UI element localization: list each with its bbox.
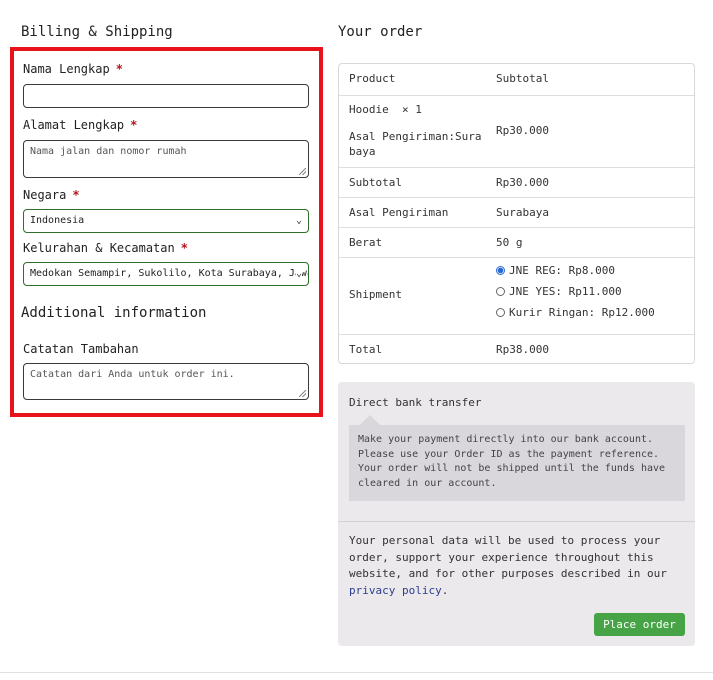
billing-shipping-title: Billing & Shipping [21,24,173,40]
nama-lengkap-input[interactable] [23,84,309,108]
radio-selected-icon[interactable] [496,266,505,275]
shipment-option-label: JNE REG: Rp8.000 [509,264,615,277]
catatan-tambahan-textarea[interactable]: Catatan dari Anda untuk order ini. [23,363,309,400]
weight-label: Berat [349,236,383,249]
total-row: Total Rp38.000 [339,334,694,364]
alamat-label: Alamat Lengkap * [23,118,137,132]
payment-method-description: Make your payment directly into our bank… [349,425,685,501]
subtotal-column-header: Subtotal [496,72,549,85]
alamat-label-text: Alamat Lengkap [23,118,125,132]
chevron-down-icon: ⌄ [295,268,302,279]
shipment-label: Shipment [349,288,402,301]
catatan-placeholder: Catatan dari Anda untuk order ini. [30,369,235,380]
payment-method-label[interactable]: Direct bank transfer [349,396,481,409]
required-marker: * [130,118,138,132]
nama-label: Nama Lengkap * [23,62,123,76]
cart-item-name: Hoodie × 1 [349,103,422,116]
privacy-notice-end: . [441,583,449,597]
kelurahan-label-text: Kelurahan & Kecamatan [23,241,175,255]
shipment-row: Shipment JNE REG: Rp8.000 JNE YES: Rp11.… [339,257,694,334]
billing-form-highlight: Nama Lengkap * Alamat Lengkap * Nama jalan… [10,47,323,417]
alamat-placeholder: Nama jalan dan nomor rumah [30,146,187,157]
privacy-notice: Your personal data will be used to proce… [349,533,685,599]
weight-value: 50 g [496,236,523,249]
total-label: Total [349,343,383,356]
privacy-policy-link[interactable]: privacy policy [349,584,442,597]
footer-divider [0,672,713,673]
your-order-title: Your order [338,24,423,40]
subtotal-row: Subtotal Rp30.000 [339,167,694,197]
table-header-row: Product Subtotal [339,64,694,95]
shipment-option-label: Kurir Ringan: Rp12.000 [509,306,655,319]
item-origin-label: Asal Pengiriman: [349,130,455,143]
item-price: Rp30.000 [496,124,549,137]
weight-row: Berat 50 g [339,227,694,257]
kelurahan-select[interactable]: Medokan Semampir, Sukolilo, Kota Surabay… [23,262,309,286]
payment-divider [338,521,695,522]
total-value: Rp38.000 [496,343,549,356]
subtotal-value: Rp30.000 [496,176,549,189]
shipment-option-jne-yes[interactable]: JNE YES: Rp11.000 [496,285,622,298]
shipment-option-kurir-ringan[interactable]: Kurir Ringan: Rp12.000 [496,306,655,319]
kelurahan-label: Kelurahan & Kecamatan * [23,241,188,255]
radio-icon[interactable] [496,308,505,317]
negara-selected-value: Indonesia [30,215,85,226]
place-order-button[interactable]: Place order [594,613,685,636]
catatan-label: Catatan Tambahan [23,342,139,356]
description-notch [360,415,380,425]
product-name: Hoodie [349,103,389,116]
product-column-header: Product [349,72,396,85]
radio-icon[interactable] [496,287,505,296]
required-marker: * [180,241,188,255]
resize-grip-icon[interactable] [299,168,306,175]
kelurahan-selected-value: Medokan Semampir, Sukolilo, Kota Surabay… [30,268,308,279]
negara-label: Negara * [23,188,80,202]
item-origin: Asal Pengiriman:Sura baya [349,129,487,159]
product-quantity: × 1 [402,103,422,116]
privacy-notice-text: Your personal data will be used to proce… [349,534,667,581]
cart-item-row: Hoodie × 1 Asal Pengiriman:Sura baya Rp3… [339,95,694,167]
negara-select[interactable]: Indonesia ⌄ [23,209,309,233]
subtotal-label: Subtotal [349,176,402,189]
origin-row: Asal Pengiriman Surabaya [339,197,694,227]
nama-label-text: Nama Lengkap [23,62,110,76]
shipment-option-jne-reg[interactable]: JNE REG: Rp8.000 [496,264,615,277]
payment-section: Direct bank transfer Make your payment d… [338,382,695,646]
order-review-table: Product Subtotal Hoodie × 1 Asal Pengiri… [338,63,695,364]
shipment-option-label: JNE YES: Rp11.000 [509,285,622,298]
alamat-lengkap-textarea[interactable]: Nama jalan dan nomor rumah [23,140,309,178]
additional-information-title: Additional information [21,305,207,321]
required-marker: * [115,62,123,76]
resize-grip-icon[interactable] [299,390,306,397]
required-marker: * [72,188,80,202]
origin-value: Surabaya [496,206,549,219]
negara-label-text: Negara [23,188,67,202]
chevron-down-icon: ⌄ [295,215,302,226]
origin-label: Asal Pengiriman [349,206,449,219]
